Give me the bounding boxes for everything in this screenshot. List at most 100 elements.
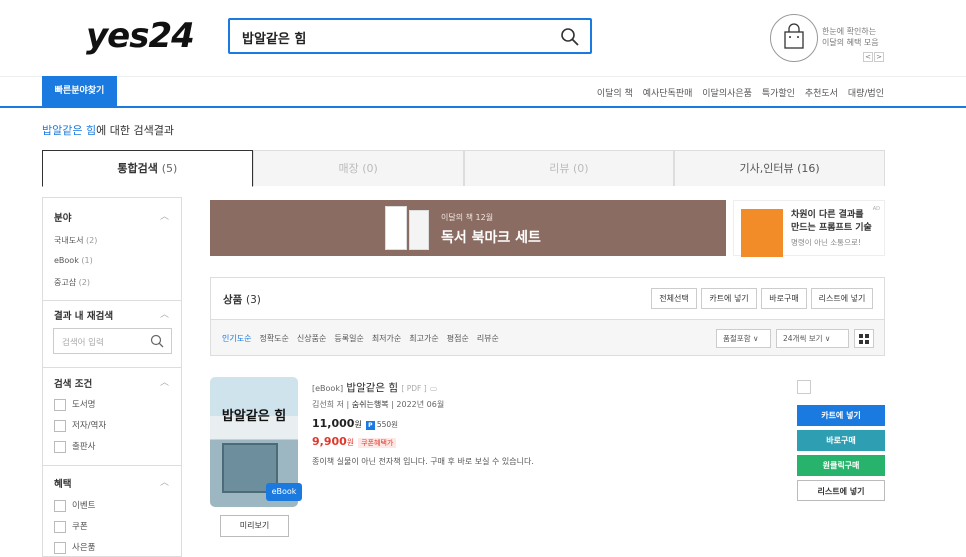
tab-review[interactable]: 리뷰 (0)	[463, 150, 675, 186]
publisher[interactable]: 숨쉬는행복	[352, 400, 389, 409]
nav-link-recommended[interactable]: 추천도서	[805, 89, 838, 99]
buy-now-button[interactable]: 바로구매	[797, 430, 885, 451]
chevron-up-icon[interactable]: ︿	[160, 475, 169, 488]
search-icon[interactable]	[560, 27, 580, 47]
bookmark-image	[409, 210, 429, 250]
condition-label: 출판사	[72, 442, 96, 452]
research-input[interactable]: 검색어 입력	[53, 328, 172, 354]
benefit-checkbox[interactable]: 쿠폰	[54, 520, 88, 533]
benefit-label: 사은품	[72, 543, 96, 553]
currency: 원	[354, 420, 362, 429]
search-input[interactable]: 밥알같은 힘	[228, 18, 592, 54]
banner-subtitle: 이달의 책 12월	[441, 213, 494, 222]
promo-text[interactable]: 한눈에 확인하는 이달의 혜택 모음	[822, 26, 879, 48]
one-click-buy-button[interactable]: 원클릭구매	[797, 455, 885, 476]
condition-section: 검색 조건 ︿ 도서명 저자/역자 출판사	[43, 368, 181, 466]
checkbox[interactable]	[54, 398, 66, 411]
sort-new[interactable]: 신상품순	[297, 334, 326, 343]
nav-links: 이달의 책 예사단독판매 이달의사은품 특가할인 추천도서 대량/법인	[590, 86, 884, 99]
promo-line2: 이달의 혜택 모음	[822, 38, 879, 47]
condition-checkbox[interactable]: 저자/역자	[54, 419, 106, 432]
checkbox[interactable]	[54, 541, 66, 554]
sort-rating[interactable]: 평점순	[447, 334, 469, 343]
promo-prev-button[interactable]: <	[863, 52, 873, 62]
per-page-value: 24개씩 보기	[783, 334, 823, 343]
category-item[interactable]: 중고샵 (2)	[54, 277, 90, 288]
category-item[interactable]: 국내도서 (2)	[54, 235, 97, 246]
product-name[interactable]: 밥알같은 힘	[346, 382, 398, 394]
pub-date: 2022년 06월	[396, 400, 445, 409]
nav-link-discount[interactable]: 특가할인	[762, 89, 795, 99]
author[interactable]: 김선희	[312, 400, 334, 409]
header: yes24 밥알같은 힘 한눈에 확인하는 이달의 혜택 모음 < >	[0, 0, 966, 76]
sort-accuracy[interactable]: 정확도순	[259, 334, 288, 343]
category-item[interactable]: eBook (1)	[54, 256, 93, 265]
tab-integrated[interactable]: 통합검색 (5)	[42, 150, 253, 187]
sort-registered[interactable]: 등록일순	[334, 334, 363, 343]
add-list-button[interactable]: 리스트에 넣기	[797, 480, 885, 501]
product-checkbox[interactable]	[797, 380, 811, 394]
add-cart-all-button[interactable]: 카트에 넣기	[701, 288, 757, 309]
select-all-button[interactable]: 전체선택	[651, 288, 697, 309]
main-banner[interactable]: 이달의 책 12월 독서 북마크 세트	[210, 200, 726, 256]
point-icon: P	[365, 421, 375, 430]
buy-now-all-button[interactable]: 바로구매	[761, 288, 807, 309]
checkbox[interactable]	[54, 440, 66, 453]
soldout-filter-select[interactable]: 품절포함 ∨	[716, 329, 771, 348]
search-query[interactable]: 밥알같은 힘	[242, 28, 306, 47]
benefit-checkbox[interactable]: 사은품	[54, 541, 95, 554]
side-banner[interactable]: 차원이 다른 결과를 만드는 프롬프트 기술 명령이 아닌 소통으로! AD	[733, 200, 885, 257]
ad-label: AD	[872, 206, 880, 212]
sort-popular[interactable]: 인기도순	[222, 334, 251, 343]
nav-link-bulk[interactable]: 대량/법인	[848, 89, 884, 99]
category-count: (2)	[86, 236, 98, 245]
checkbox[interactable]	[54, 499, 66, 512]
research-title: 결과 내 재검색	[54, 311, 114, 322]
side-banner-line2: 만드는 프롬프트 기술	[791, 223, 872, 233]
shopping-bag-icon[interactable]	[770, 14, 818, 62]
tab-count: (0)	[572, 162, 589, 175]
nav-link-gift[interactable]: 이달의사은품	[702, 89, 752, 99]
benefit-checkbox[interactable]: 이벤트	[54, 499, 95, 512]
chevron-up-icon[interactable]: ︿	[160, 209, 169, 222]
tab-articles[interactable]: 기사,인터뷰 (16)	[674, 150, 885, 186]
sort-low-price[interactable]: 최저가순	[372, 334, 401, 343]
product-title-row: [eBook] 밥알같은 힘 [ PDF ] ▭	[312, 380, 437, 395]
preview-button[interactable]: 미리보기	[220, 515, 289, 537]
product-count: (3)	[245, 294, 261, 306]
category-section: 분야 ︿ 국내도서 (2) eBook (1) 중고샵 (2)	[43, 198, 181, 301]
grid-view-icon[interactable]	[854, 329, 874, 348]
search-icon[interactable]	[150, 334, 164, 348]
condition-label: 도서명	[72, 400, 96, 410]
research-placeholder: 검색어 입력	[62, 338, 104, 348]
tab-store[interactable]: 매장 (0)	[252, 150, 464, 186]
promo-line1: 한눈에 확인하는	[822, 27, 877, 36]
checkbox[interactable]	[54, 419, 66, 432]
tab-label: 매장	[338, 162, 359, 175]
chevron-up-icon[interactable]: ︿	[160, 307, 169, 320]
file-type: [ PDF ]	[401, 384, 427, 393]
add-list-all-button[interactable]: 리스트에 넣기	[811, 288, 873, 309]
coupon-badge: 쿠폰혜택가	[358, 438, 397, 448]
checkbox[interactable]	[54, 520, 66, 533]
nav-link-book-of-month[interactable]: 이달의 책	[597, 89, 633, 99]
product-meta: 김선희 저 | 숨쉬는행복 | 2022년 06월	[312, 400, 445, 409]
per-page-select[interactable]: 24개씩 보기 ∨	[776, 329, 849, 348]
promo-next-button[interactable]: >	[874, 52, 884, 62]
tab-count: (5)	[161, 162, 178, 175]
condition-checkbox[interactable]: 도서명	[54, 398, 95, 411]
result-heading: 밥알같은 힘에 대한 검색결과	[42, 122, 174, 138]
currency: 원	[346, 438, 355, 447]
result-tabs: 통합검색 (5) 매장 (0) 리뷰 (0) 기사,인터뷰 (16)	[42, 150, 885, 187]
condition-checkbox[interactable]: 출판사	[54, 440, 95, 453]
category-label: 중고샵	[54, 278, 77, 287]
nav-link-exclusive[interactable]: 예사단독판매	[643, 89, 693, 99]
sale-price: 9,900	[312, 435, 347, 448]
yes24-logo[interactable]: yes24	[86, 16, 195, 56]
chevron-up-icon[interactable]: ︿	[160, 375, 169, 388]
price: 11,000	[312, 417, 355, 430]
sort-review[interactable]: 리뷰순	[477, 334, 499, 343]
quick-category-button[interactable]: 빠른분야찾기	[42, 76, 117, 107]
sort-high-price[interactable]: 최고가순	[409, 334, 438, 343]
add-cart-button[interactable]: 카트에 넣기	[797, 405, 885, 426]
